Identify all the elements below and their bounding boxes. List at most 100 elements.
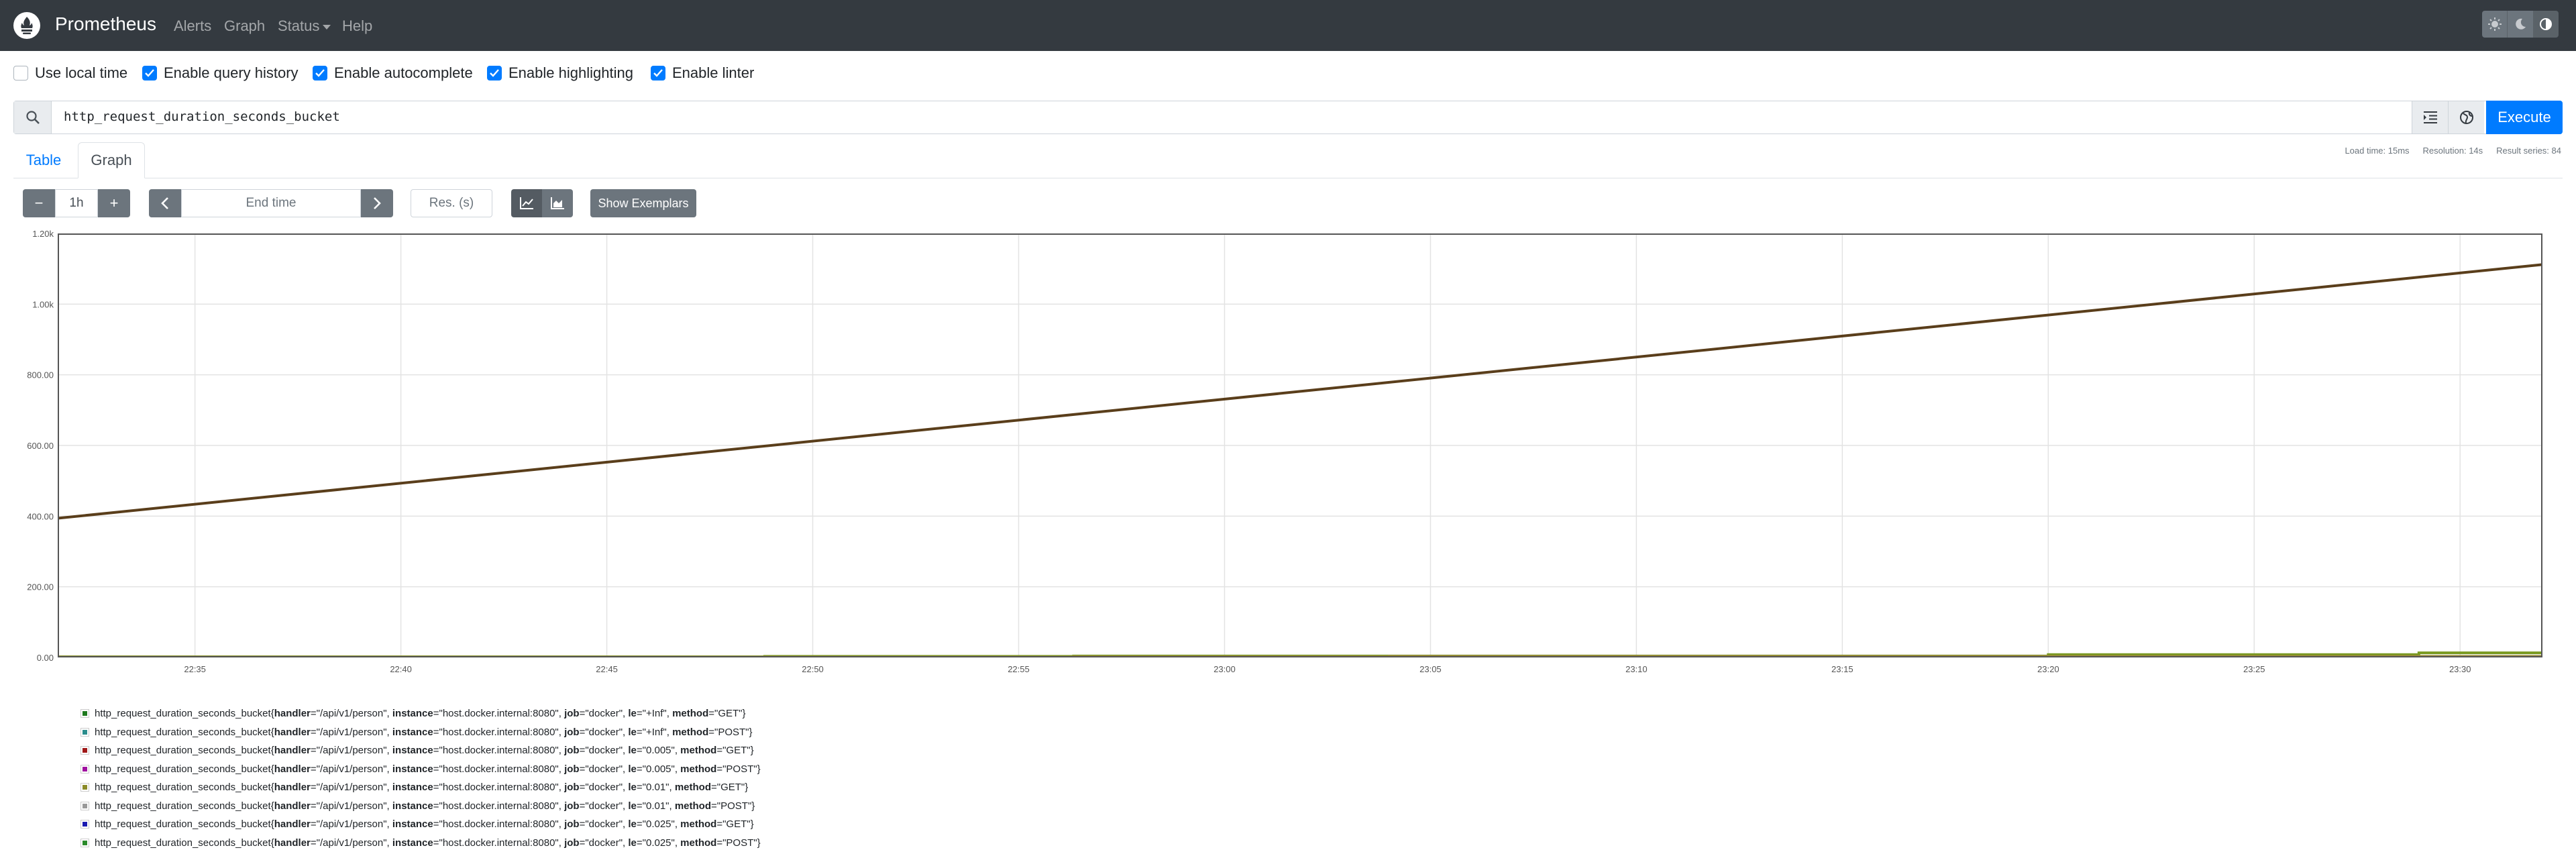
x-tick-label: 23:30 <box>2449 664 2471 674</box>
search-icon-box <box>14 101 52 134</box>
legend-item[interactable]: http_request_duration_seconds_bucket{han… <box>80 704 761 723</box>
legend-swatch <box>80 839 89 847</box>
option-label: Enable query history <box>164 64 299 82</box>
checkbox-enable-autocomplete[interactable] <box>313 66 327 81</box>
expression-input[interactable]: http_request_duration_seconds_bucket <box>64 109 340 124</box>
expression-input-group: http_request_duration_seconds_bucket <box>13 101 2563 134</box>
end-time-input[interactable]: End time <box>181 189 361 217</box>
x-tick-label: 22:35 <box>184 664 206 674</box>
load-time: Load time: 15ms <box>2345 146 2409 156</box>
search-icon <box>25 110 40 125</box>
y-tick-label: 0.00 <box>37 653 54 663</box>
range-input[interactable]: 1h <box>55 189 98 217</box>
legend-swatch <box>80 802 89 810</box>
legend-item[interactable]: http_request_duration_seconds_bucket{han… <box>80 778 761 797</box>
checkmark-icon <box>145 69 154 77</box>
result-series: Result series: 84 <box>2496 146 2561 156</box>
option-use-local-time[interactable]: Use local time <box>13 64 127 82</box>
nav-status-label: Status <box>278 17 319 34</box>
option-label: Enable autocomplete <box>334 64 473 82</box>
legend-text: http_request_duration_seconds_bucket{han… <box>95 818 754 830</box>
nav-help[interactable]: Help <box>342 17 372 35</box>
stacked-off-button[interactable] <box>511 189 542 217</box>
previous-time-button[interactable] <box>149 189 181 217</box>
chevron-down-icon <box>323 25 331 30</box>
list-indent-icon <box>2423 111 2438 124</box>
x-tick-label: 23:00 <box>1214 664 1236 674</box>
moon-icon <box>2514 17 2527 31</box>
y-tick-label: 600.00 <box>27 441 54 451</box>
theme-auto-button[interactable] <box>2534 11 2559 38</box>
x-tick-label: 23:10 <box>1625 664 1648 674</box>
resolution-input[interactable]: Res. (s) <box>411 189 492 217</box>
option-enable-linter[interactable]: Enable linter <box>651 64 754 82</box>
checkbox-enable-linter[interactable] <box>651 66 665 81</box>
brand-title[interactable]: Prometheus <box>55 13 156 35</box>
nav-graph[interactable]: Graph <box>224 17 265 35</box>
execute-button[interactable]: Execute <box>2486 101 2563 134</box>
legend-swatch <box>80 728 89 737</box>
option-enable-highlighting[interactable]: Enable highlighting <box>487 64 633 82</box>
y-tick-label: 800.00 <box>27 370 54 380</box>
decrease-range-button[interactable]: − <box>23 189 55 217</box>
theme-toggle-group <box>2482 11 2559 38</box>
prometheus-logo-icon[interactable] <box>13 12 40 39</box>
checkmark-icon <box>315 69 325 77</box>
stacked-on-button[interactable] <box>542 189 573 217</box>
legend-item[interactable]: http_request_duration_seconds_bucket{han… <box>80 797 761 816</box>
checkmark-icon <box>490 69 499 77</box>
x-tick-label: 22:55 <box>1008 664 1030 674</box>
option-enable-query-history[interactable]: Enable query history <box>142 64 299 82</box>
legend-text: http_request_duration_seconds_bucket{han… <box>95 800 755 812</box>
checkmark-icon <box>653 69 663 77</box>
chevron-right-icon <box>372 197 382 210</box>
query-stats: Load time: 15ms Resolution: 14s Result s… <box>2345 146 2561 156</box>
globe-icon <box>2459 110 2474 125</box>
next-time-button[interactable] <box>361 189 393 217</box>
show-exemplars-button[interactable]: Show Exemplars <box>590 189 696 217</box>
option-enable-autocomplete[interactable]: Enable autocomplete <box>313 64 473 82</box>
legend-swatch <box>80 783 89 792</box>
x-tick-label: 22:40 <box>390 664 412 674</box>
y-tick-label: 400.00 <box>27 511 54 521</box>
legend-item[interactable]: http_request_duration_seconds_bucket{han… <box>80 723 761 742</box>
legend-swatch <box>80 820 89 829</box>
legend-item[interactable]: http_request_duration_seconds_bucket{han… <box>80 760 761 779</box>
graph-legend: http_request_duration_seconds_bucket{han… <box>80 704 761 852</box>
chevron-left-icon <box>160 197 170 210</box>
theme-light-button[interactable] <box>2482 11 2508 38</box>
legend-text: http_request_duration_seconds_bucket{han… <box>95 763 761 775</box>
tab-graph[interactable]: Graph <box>78 142 145 178</box>
x-tick-label: 22:45 <box>596 664 618 674</box>
metrics-explorer-button[interactable] <box>2412 101 2448 134</box>
legend-item[interactable]: http_request_duration_seconds_bucket{han… <box>80 815 761 834</box>
legend-text: http_request_duration_seconds_bucket{han… <box>95 782 748 793</box>
sun-icon <box>2488 17 2502 31</box>
checkbox-enable-highlighting[interactable] <box>487 66 502 81</box>
y-tick-label: 200.00 <box>27 582 54 592</box>
y-tick-label: 1.00k <box>32 299 54 309</box>
legend-text: http_request_duration_seconds_bucket{han… <box>95 708 746 719</box>
y-tick-label: 1.20k <box>32 229 54 239</box>
legend-swatch <box>80 765 89 774</box>
checkbox-enable-query-history[interactable] <box>142 66 157 81</box>
theme-dark-button[interactable] <box>2508 11 2533 38</box>
format-expression-button[interactable] <box>2448 101 2484 134</box>
nav-alerts[interactable]: Alerts <box>174 17 211 35</box>
legend-swatch <box>80 746 89 755</box>
option-label: Use local time <box>35 64 127 82</box>
x-tick-label: 23:20 <box>2037 664 2059 674</box>
legend-text: http_request_duration_seconds_bucket{han… <box>95 727 753 738</box>
nav-status[interactable]: Status <box>278 17 331 35</box>
legend-swatch <box>80 709 89 718</box>
x-tick-label: 22:50 <box>802 664 824 674</box>
increase-range-button[interactable]: + <box>98 189 130 217</box>
half-circle-icon <box>2539 17 2553 31</box>
x-tick-label: 23:05 <box>1419 664 1442 674</box>
legend-item[interactable]: http_request_duration_seconds_bucket{han… <box>80 741 761 760</box>
option-label: Enable linter <box>672 64 754 82</box>
checkbox-use-local-time[interactable] <box>13 66 28 81</box>
resolution: Resolution: 14s <box>2423 146 2483 156</box>
tab-table[interactable]: Table <box>13 142 74 178</box>
area-chart-icon <box>550 197 565 210</box>
